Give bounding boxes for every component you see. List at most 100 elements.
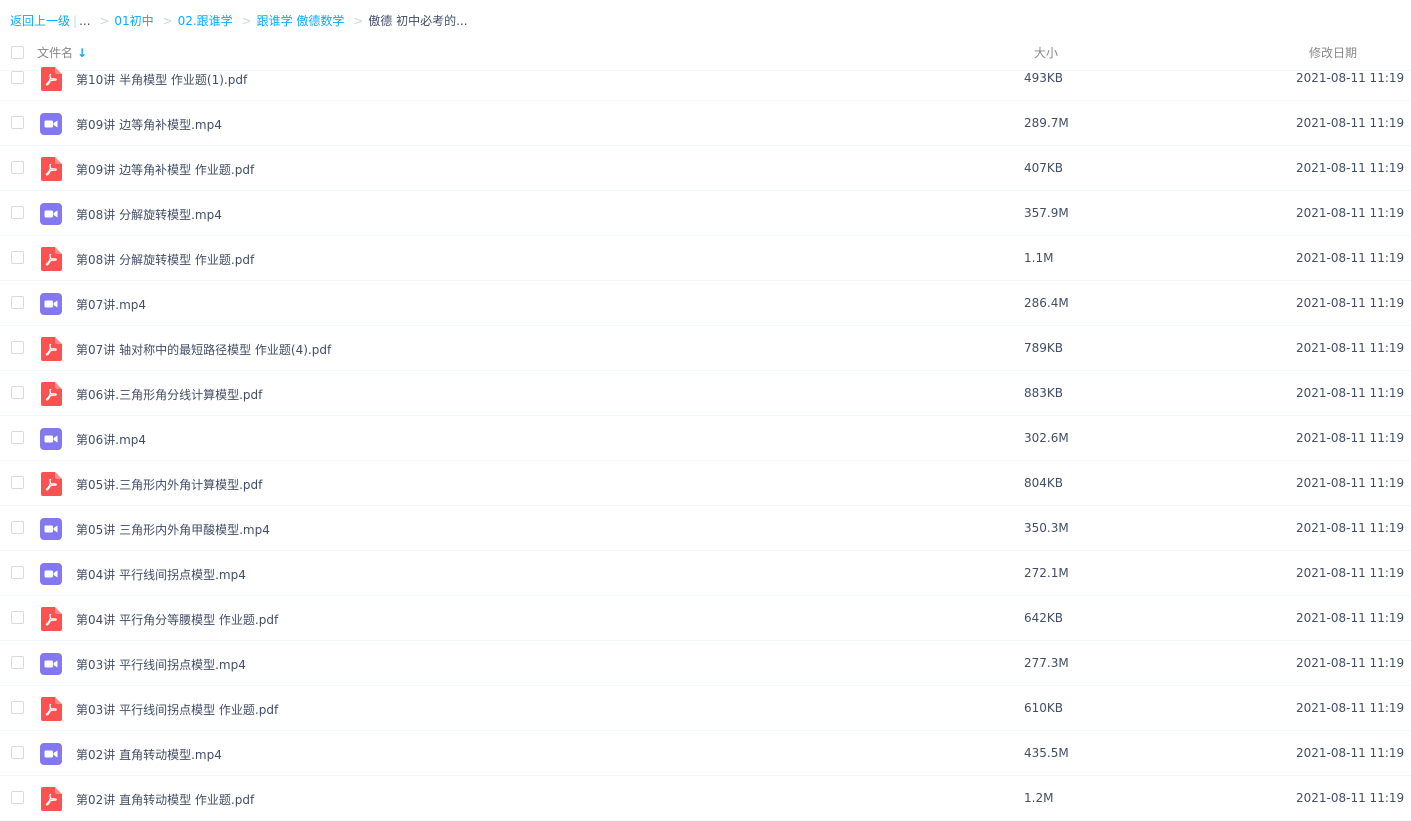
chevron-right-icon: > <box>353 14 364 28</box>
chevron-right-icon: > <box>241 14 252 28</box>
file-name[interactable]: 第03讲 平行线间拐点模型 作业题.pdf <box>76 701 278 718</box>
row-checkbox[interactable] <box>11 296 24 309</box>
file-name[interactable]: 第06讲.三角形角分线计算模型.pdf <box>76 386 262 403</box>
file-date: 2021-08-11 11:19 <box>1296 206 1405 220</box>
row-checkbox[interactable] <box>11 431 24 444</box>
breadcrumb-item[interactable]: 跟谁学 傲德数学 <box>257 14 345 28</box>
row-checkbox[interactable] <box>11 251 24 264</box>
file-size: 493KB <box>1024 71 1064 85</box>
file-name[interactable]: 第08讲 分解旋转模型.mp4 <box>76 206 222 223</box>
file-name[interactable]: 第05讲.三角形内外角计算模型.pdf <box>76 476 262 493</box>
file-date: 2021-08-11 11:19 <box>1296 746 1405 760</box>
file-size: 789KB <box>1024 341 1064 355</box>
file-name[interactable]: 第02讲 直角转动模型.mp4 <box>76 746 222 763</box>
file-date: 2021-08-11 11:19 <box>1296 161 1405 175</box>
file-name[interactable]: 第06讲.mp4 <box>76 431 146 448</box>
row-checkbox[interactable] <box>11 791 24 804</box>
file-date: 2021-08-11 11:19 <box>1296 251 1405 265</box>
row-checkbox[interactable] <box>11 161 24 174</box>
file-date: 2021-08-11 11:19 <box>1296 341 1405 355</box>
file-row[interactable]: 第08讲 分解旋转模型.mp4 357.9M 2021-08-11 11:19 <box>0 191 1411 236</box>
video-file-icon <box>40 112 62 136</box>
video-file-icon <box>40 652 62 676</box>
row-checkbox[interactable] <box>11 746 24 759</box>
breadcrumb-item[interactable]: 02.跟谁学 <box>178 14 233 28</box>
file-name[interactable]: 第02讲 直角转动模型 作业题.pdf <box>76 791 254 808</box>
file-row[interactable]: 第09讲 边等角补模型 作业题.pdf 407KB 2021-08-11 11:19 <box>0 146 1411 191</box>
row-checkbox[interactable] <box>11 521 24 534</box>
row-checkbox[interactable] <box>11 341 24 354</box>
breadcrumb-item[interactable]: 01初中 <box>114 14 153 28</box>
file-name[interactable]: 第04讲 平行线间拐点模型.mp4 <box>76 566 246 583</box>
row-checkbox[interactable] <box>11 611 24 624</box>
file-date: 2021-08-11 11:19 <box>1296 476 1405 490</box>
pdf-file-icon <box>40 787 62 811</box>
video-file-icon <box>40 292 62 316</box>
pdf-file-icon <box>40 697 62 721</box>
file-row[interactable]: 第07讲 轴对称中的最短路径模型 作业题(4).pdf 789KB 2021-08-… <box>0 326 1411 371</box>
file-size: 610KB <box>1024 701 1064 715</box>
file-date: 2021-08-11 11:19 <box>1296 656 1405 670</box>
row-checkbox[interactable] <box>11 71 24 84</box>
file-name[interactable]: 第09讲 边等角补模型 作业题.pdf <box>76 161 254 178</box>
video-file-icon <box>40 562 62 586</box>
file-date: 2021-08-11 11:19 <box>1296 431 1405 445</box>
file-name[interactable]: 第04讲 平行角分等腰模型 作业题.pdf <box>76 611 278 628</box>
breadcrumb-divider: | <box>73 14 78 28</box>
file-size: 350.3M <box>1024 521 1069 535</box>
video-file-icon <box>40 742 62 766</box>
pdf-file-icon <box>40 607 62 631</box>
breadcrumb-ellipsis[interactable]: ... <box>79 14 90 28</box>
file-date: 2021-08-11 11:19 <box>1296 521 1405 535</box>
pdf-file-icon <box>40 472 62 496</box>
row-checkbox[interactable] <box>11 206 24 219</box>
file-name[interactable]: 第08讲 分解旋转模型 作业题.pdf <box>76 251 254 268</box>
file-row[interactable]: 第08讲 分解旋转模型 作业题.pdf 1.1M 2021-08-11 11:19 <box>0 236 1411 281</box>
file-name[interactable]: 第10讲 半角模型 作业题(1).pdf <box>76 71 247 88</box>
file-size: 642KB <box>1024 611 1064 625</box>
pdf-file-icon <box>40 337 62 361</box>
file-row[interactable]: 第02讲 直角转动模型 作业题.pdf 1.2M 2021-08-11 11:19 <box>0 776 1411 821</box>
chevron-right-icon: > <box>162 14 173 28</box>
file-size: 407KB <box>1024 161 1064 175</box>
breadcrumb-current: 傲德 初中必考的... <box>368 14 468 28</box>
file-date: 2021-08-11 11:19 <box>1296 611 1405 625</box>
chevron-right-icon: > <box>99 14 110 28</box>
pdf-file-icon <box>40 247 62 271</box>
file-name[interactable]: 第03讲 平行线间拐点模型.mp4 <box>76 656 246 673</box>
row-checkbox[interactable] <box>11 386 24 399</box>
file-row[interactable]: 第09讲 边等角补模型.mp4 289.7M 2021-08-11 11:19 <box>0 101 1411 146</box>
row-checkbox[interactable] <box>11 701 24 714</box>
file-row[interactable]: 第05讲.三角形内外角计算模型.pdf 804KB 2021-08-11 11:19 <box>0 461 1411 506</box>
file-name[interactable]: 第07讲 轴对称中的最短路径模型 作业题(4).pdf <box>76 341 331 358</box>
video-file-icon <box>40 517 62 541</box>
file-row[interactable]: 第06讲.mp4 302.6M 2021-08-11 11:19 <box>0 416 1411 461</box>
file-size: 272.1M <box>1024 566 1069 580</box>
file-row[interactable]: 第04讲 平行线间拐点模型.mp4 272.1M 2021-08-11 11:19 <box>0 551 1411 596</box>
row-checkbox[interactable] <box>11 656 24 669</box>
file-row[interactable]: 第07讲.mp4 286.4M 2021-08-11 11:19 <box>0 281 1411 326</box>
file-row[interactable]: 第10讲 半角模型 作业题(1).pdf 493KB 2021-08-11 11:1… <box>0 56 1411 101</box>
file-name[interactable]: 第05讲 三角形内外角甲酸模型.mp4 <box>76 521 270 538</box>
file-size: 289.7M <box>1024 116 1069 130</box>
file-name[interactable]: 第09讲 边等角补模型.mp4 <box>76 116 222 133</box>
row-checkbox[interactable] <box>11 566 24 579</box>
row-checkbox[interactable] <box>11 476 24 489</box>
file-size: 357.9M <box>1024 206 1069 220</box>
row-checkbox[interactable] <box>11 116 24 129</box>
back-link[interactable]: 返回上一级 <box>10 14 70 28</box>
pdf-file-icon <box>40 382 62 406</box>
file-row[interactable]: 第02讲 直角转动模型.mp4 435.5M 2021-08-11 11:19 <box>0 731 1411 776</box>
file-size: 302.6M <box>1024 431 1069 445</box>
file-row[interactable]: 第06讲.三角形角分线计算模型.pdf 883KB 2021-08-11 11:19 <box>0 371 1411 416</box>
file-size: 1.2M <box>1024 791 1054 805</box>
file-date: 2021-08-11 11:19 <box>1296 791 1405 805</box>
file-name[interactable]: 第07讲.mp4 <box>76 296 146 313</box>
file-size: 435.5M <box>1024 746 1069 760</box>
file-row[interactable]: 第03讲 平行线间拐点模型.mp4 277.3M 2021-08-11 11:19 <box>0 641 1411 686</box>
file-row[interactable]: 第05讲 三角形内外角甲酸模型.mp4 350.3M 2021-08-11 11:1… <box>0 506 1411 551</box>
file-row[interactable]: 第04讲 平行角分等腰模型 作业题.pdf 642KB 2021-08-11 11:… <box>0 596 1411 641</box>
file-size: 1.1M <box>1024 251 1054 265</box>
file-size: 277.3M <box>1024 656 1069 670</box>
file-row[interactable]: 第03讲 平行线间拐点模型 作业题.pdf 610KB 2021-08-11 11:… <box>0 686 1411 731</box>
